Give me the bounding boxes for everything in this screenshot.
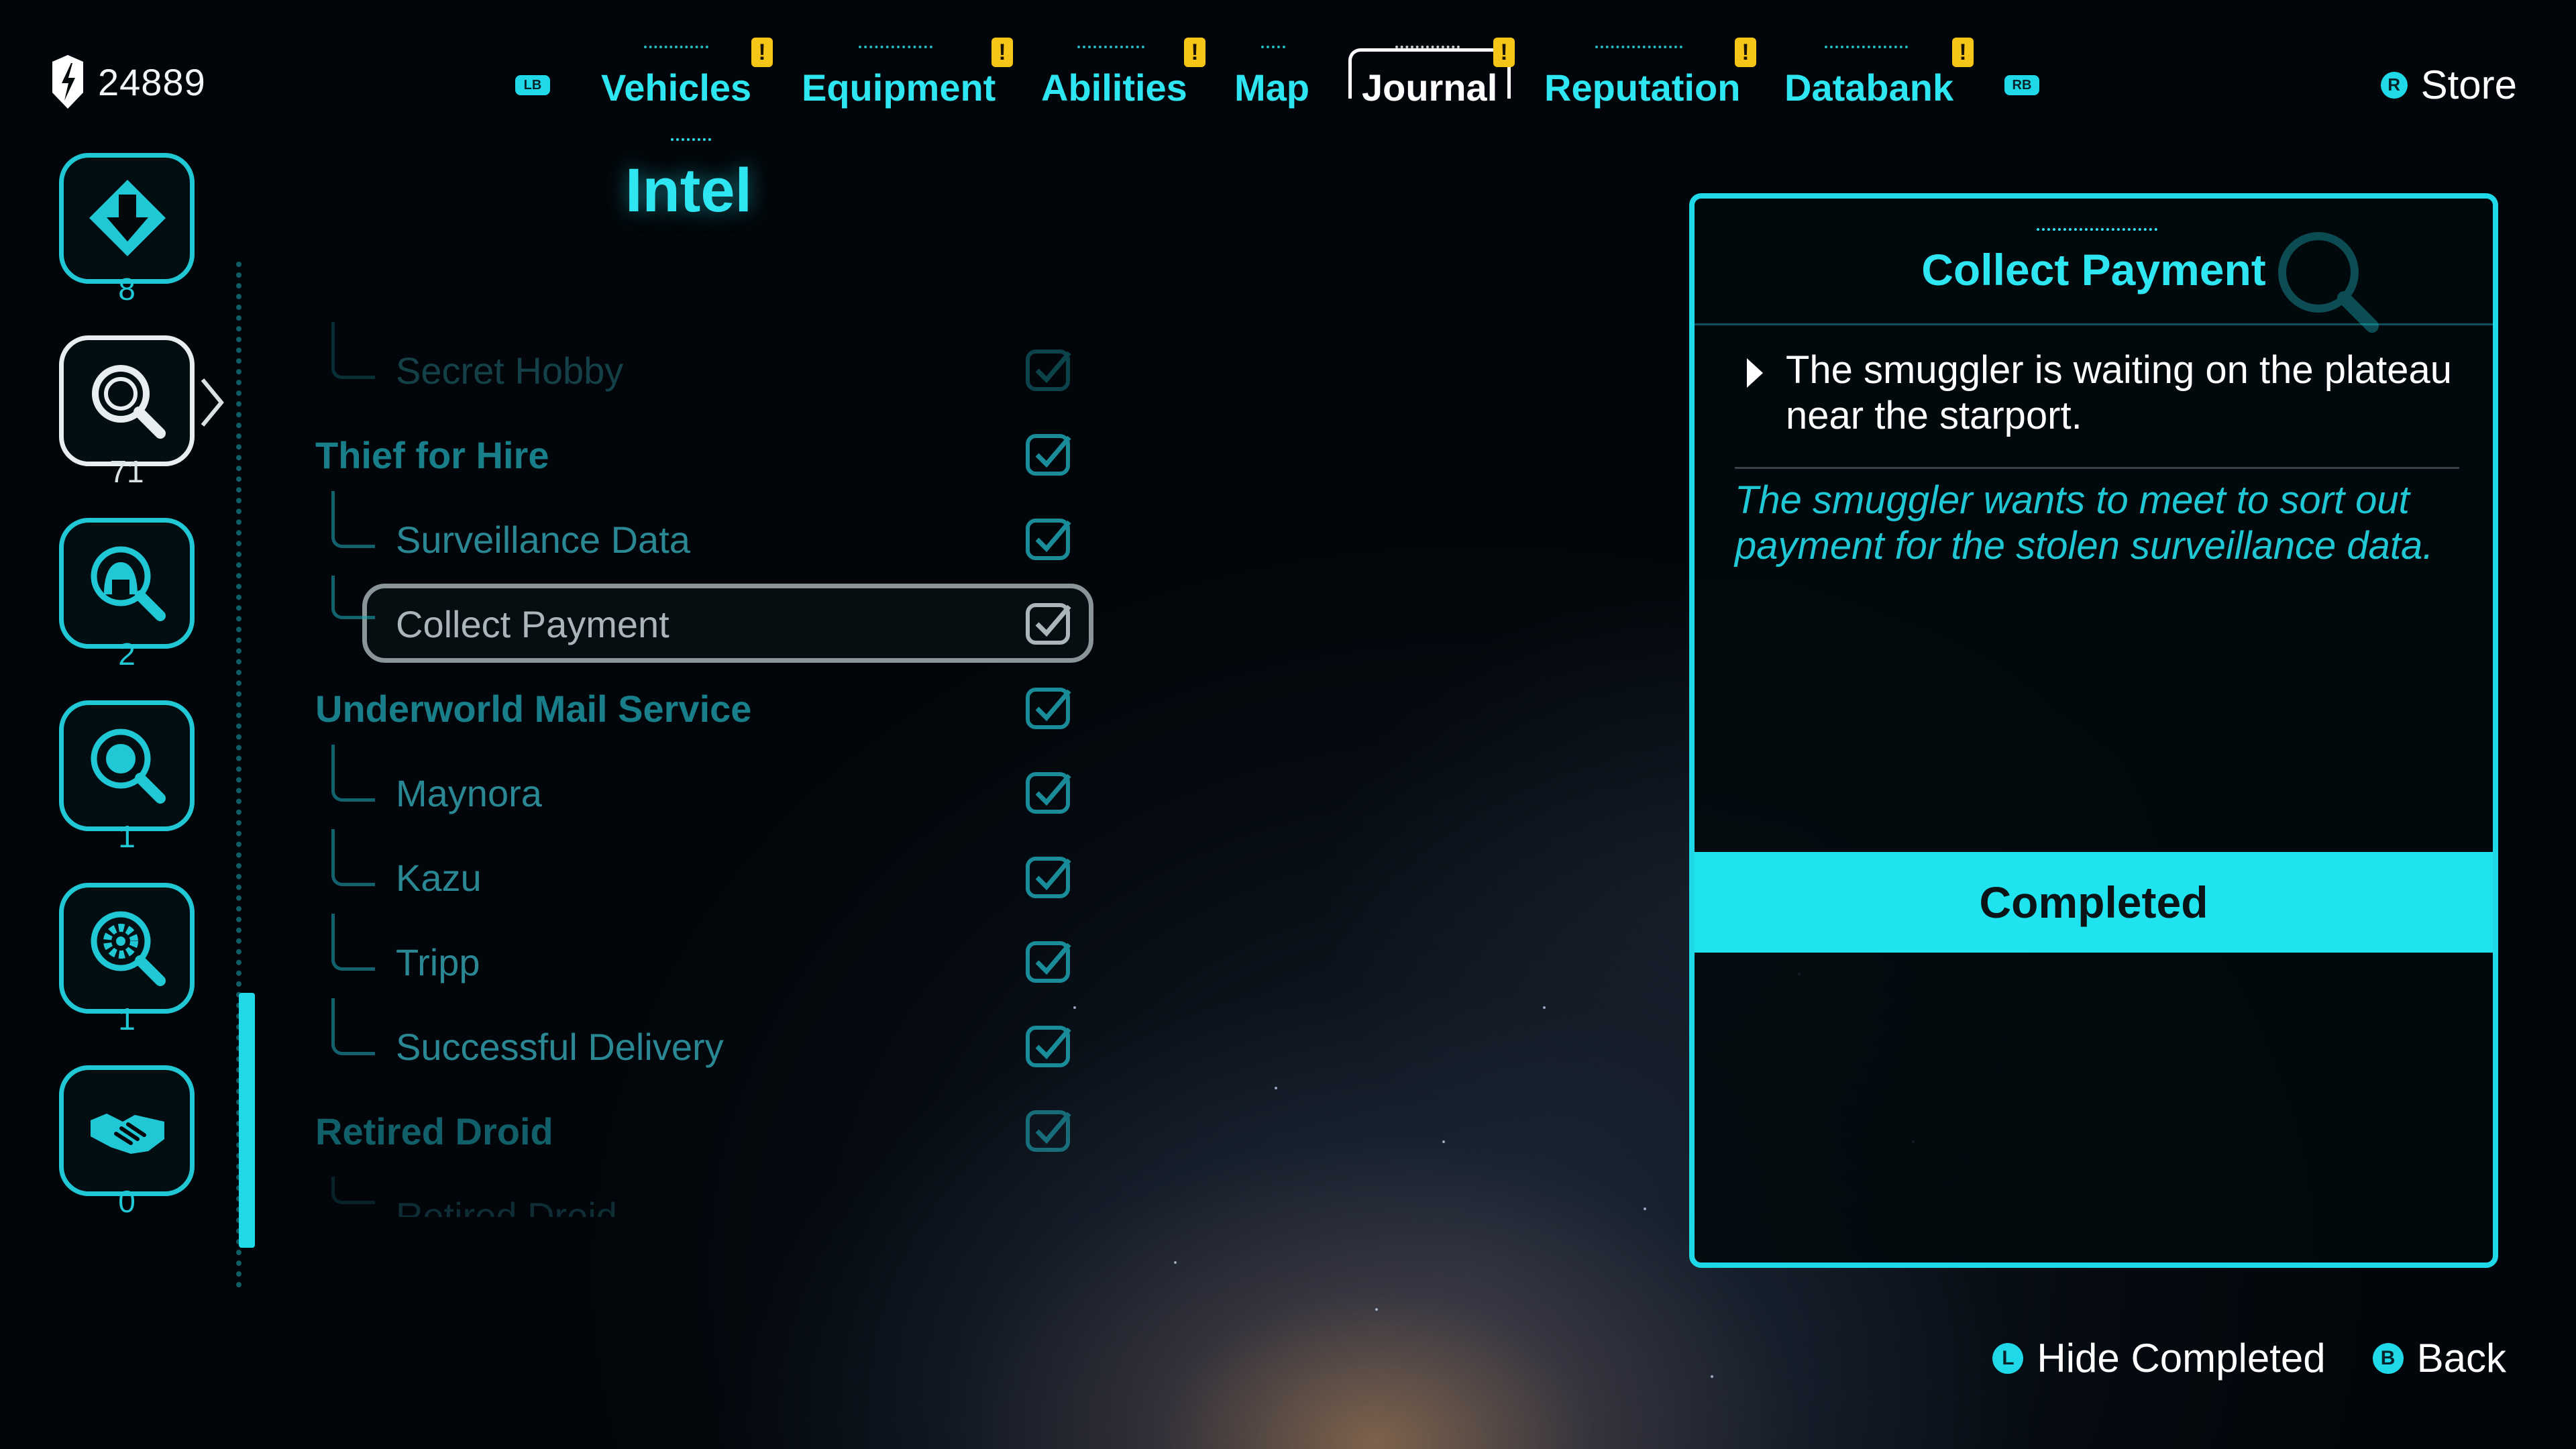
- r-stick-icon: R: [2380, 71, 2408, 99]
- tab-journal[interactable]: Journal: [1362, 66, 1497, 109]
- rb-button[interactable]: RB: [2004, 75, 2039, 95]
- chevron-right-icon: [201, 378, 224, 427]
- list-item-label: Collect Payment: [396, 603, 669, 645]
- status-label: Completed: [1979, 877, 2208, 927]
- checkbox-checked-icon: [1026, 1026, 1071, 1067]
- category-contracts[interactable]: [59, 1065, 195, 1196]
- status-badge: Completed: [1695, 852, 2493, 953]
- list-group-header[interactable]: Underworld Mail Service: [315, 669, 1093, 743]
- list-item-label: Surveillance Data: [396, 519, 690, 561]
- list-item[interactable]: Tripp: [315, 914, 1093, 997]
- checkbox-checked-icon: [1026, 1110, 1071, 1152]
- list-item-selected[interactable]: Collect Payment: [315, 576, 1093, 659]
- list-item-label: Retired Droid: [315, 1110, 553, 1152]
- tab-map[interactable]: Map: [1234, 66, 1309, 109]
- category-count: 8: [118, 272, 136, 307]
- credits-display: 24889: [47, 52, 206, 111]
- category-people[interactable]: [59, 518, 195, 649]
- category-count: 2: [118, 637, 136, 672]
- hide-completed-button[interactable]: L Hide Completed: [1992, 1335, 2326, 1381]
- detail-objective: The smuggler is waiting on the plateau n…: [1786, 348, 2453, 437]
- checkbox-checked-icon: [1026, 688, 1071, 729]
- category-count: 71: [109, 454, 144, 489]
- abilities-alert-icon: !: [1184, 38, 1205, 67]
- download-arrow-icon: [89, 180, 166, 256]
- list-item-label: Tripp: [396, 941, 480, 983]
- store-button[interactable]: R Store: [2380, 62, 2517, 108]
- list-item-label: Secret Hobby: [396, 350, 624, 392]
- detail-panel: Collect Payment The smuggler is waiting …: [1689, 193, 2498, 1268]
- list-item[interactable]: Successful Delivery: [315, 998, 1093, 1081]
- back-button[interactable]: B Back: [2372, 1335, 2506, 1381]
- list-item-label: Thief for Hire: [315, 434, 549, 476]
- gear-search-icon: [91, 911, 166, 986]
- l-stick-icon: L: [1992, 1342, 2024, 1374]
- tab-databank[interactable]: Databank: [1784, 66, 1953, 109]
- equipment-alert-icon: !: [991, 38, 1013, 67]
- checkbox-checked-icon: [1026, 857, 1071, 898]
- category-count: 1: [118, 1002, 136, 1036]
- handshake-icon: [91, 1114, 164, 1154]
- category-count: 0: [118, 1184, 136, 1219]
- scroll-thumb[interactable]: [239, 993, 255, 1248]
- list-item-label: Successful Delivery: [396, 1026, 724, 1068]
- list-item[interactable]: Retired Droid: [315, 1177, 1093, 1217]
- checkbox-checked-icon: [1026, 350, 1071, 391]
- page-title: Intel: [625, 156, 753, 225]
- list-item[interactable]: Secret Hobby: [315, 322, 1093, 405]
- person-search-icon: [91, 546, 166, 621]
- credits-value: 24889: [98, 60, 206, 103]
- vehicles-alert-icon: !: [751, 38, 773, 67]
- checkbox-checked-icon: [1026, 941, 1071, 983]
- tab-equipment[interactable]: Equipment: [802, 66, 996, 109]
- list-group-header[interactable]: Thief for Hire: [315, 416, 1093, 490]
- list-item[interactable]: Kazu: [315, 829, 1093, 912]
- tab-abilities[interactable]: Abilities: [1041, 66, 1187, 109]
- hide-completed-label: Hide Completed: [2037, 1336, 2326, 1381]
- search-icon: [92, 365, 166, 439]
- back-label: Back: [2416, 1336, 2506, 1381]
- list-item-label: Maynora: [396, 772, 542, 814]
- list-group-header[interactable]: Retired Droid: [315, 1092, 1093, 1166]
- checkbox-checked-icon: [1026, 434, 1071, 476]
- category-quests[interactable]: [59, 153, 195, 284]
- journal-alert-icon: !: [1493, 38, 1515, 67]
- checkbox-checked-icon: [1026, 519, 1071, 560]
- category-intel[interactable]: [59, 335, 195, 466]
- list-item[interactable]: Surveillance Data: [315, 491, 1093, 574]
- tab-reputation[interactable]: Reputation: [1544, 66, 1740, 109]
- search-icon: [2278, 232, 2379, 333]
- reputation-alert-icon: !: [1735, 38, 1756, 67]
- category-locations[interactable]: [59, 700, 195, 831]
- credits-icon: [52, 55, 83, 109]
- lb-button[interactable]: LB: [515, 75, 550, 95]
- list-item[interactable]: Maynora: [315, 745, 1093, 828]
- checkbox-checked-icon: [1026, 603, 1071, 645]
- list-item-label: Retired Droid: [396, 1195, 617, 1217]
- button-hints: L Hide Completed B Back: [1992, 1335, 2506, 1381]
- checkbox-checked-icon: [1026, 772, 1071, 814]
- databank-alert-icon: !: [1952, 38, 1974, 67]
- tab-vehicles[interactable]: Vehicles: [601, 66, 751, 109]
- detail-description: The smuggler wants to meet to sort out p…: [1735, 478, 2434, 568]
- planet-search-icon: [91, 729, 166, 804]
- b-button-icon: B: [2372, 1342, 2404, 1374]
- category-items[interactable]: [59, 883, 195, 1014]
- store-label: Store: [2420, 62, 2517, 107]
- category-count: 1: [118, 819, 136, 854]
- list-item-label: Kazu: [396, 857, 482, 899]
- list-item-label: Underworld Mail Service: [315, 688, 752, 730]
